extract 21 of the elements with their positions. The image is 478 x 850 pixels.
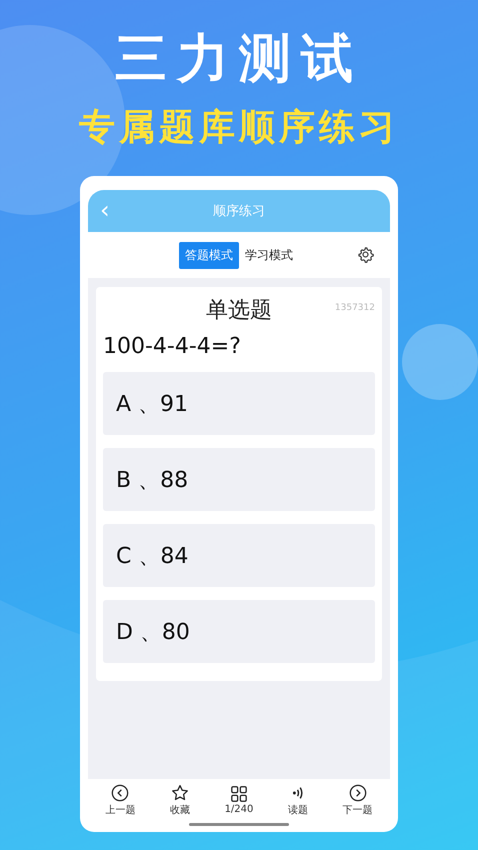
grid-icon bbox=[230, 785, 248, 803]
screen-title: 顺序练习 bbox=[213, 203, 265, 220]
answer-option[interactable]: C 、84 bbox=[103, 524, 375, 587]
settings-icon[interactable] bbox=[357, 246, 374, 263]
mode-tab[interactable]: 答题模式 bbox=[179, 242, 239, 268]
left-chevron-icon bbox=[111, 784, 130, 802]
subheadline: 专属题库顺序练习 bbox=[79, 106, 399, 150]
nav-button[interactable]: 下一题 bbox=[342, 784, 373, 816]
answer-option[interactable]: D 、80 bbox=[103, 600, 375, 663]
star-icon bbox=[170, 784, 189, 802]
question-text: 100-4-4-4=? bbox=[103, 334, 242, 359]
answer-option[interactable]: B 、88 bbox=[103, 448, 375, 511]
nav-button[interactable]: 1/240 bbox=[224, 785, 254, 815]
nav-button[interactable]: 读题 bbox=[288, 784, 308, 816]
answer-option[interactable]: A 、91 bbox=[103, 372, 375, 435]
right-chevron-icon bbox=[348, 784, 367, 802]
nav-button[interactable]: 收藏 bbox=[170, 784, 190, 816]
headline: 三力测试 bbox=[115, 28, 363, 91]
question-id: 1357312 bbox=[334, 303, 375, 313]
question-type: 单选题 bbox=[206, 297, 272, 325]
nav-button[interactable]: 上一题 bbox=[105, 784, 136, 816]
